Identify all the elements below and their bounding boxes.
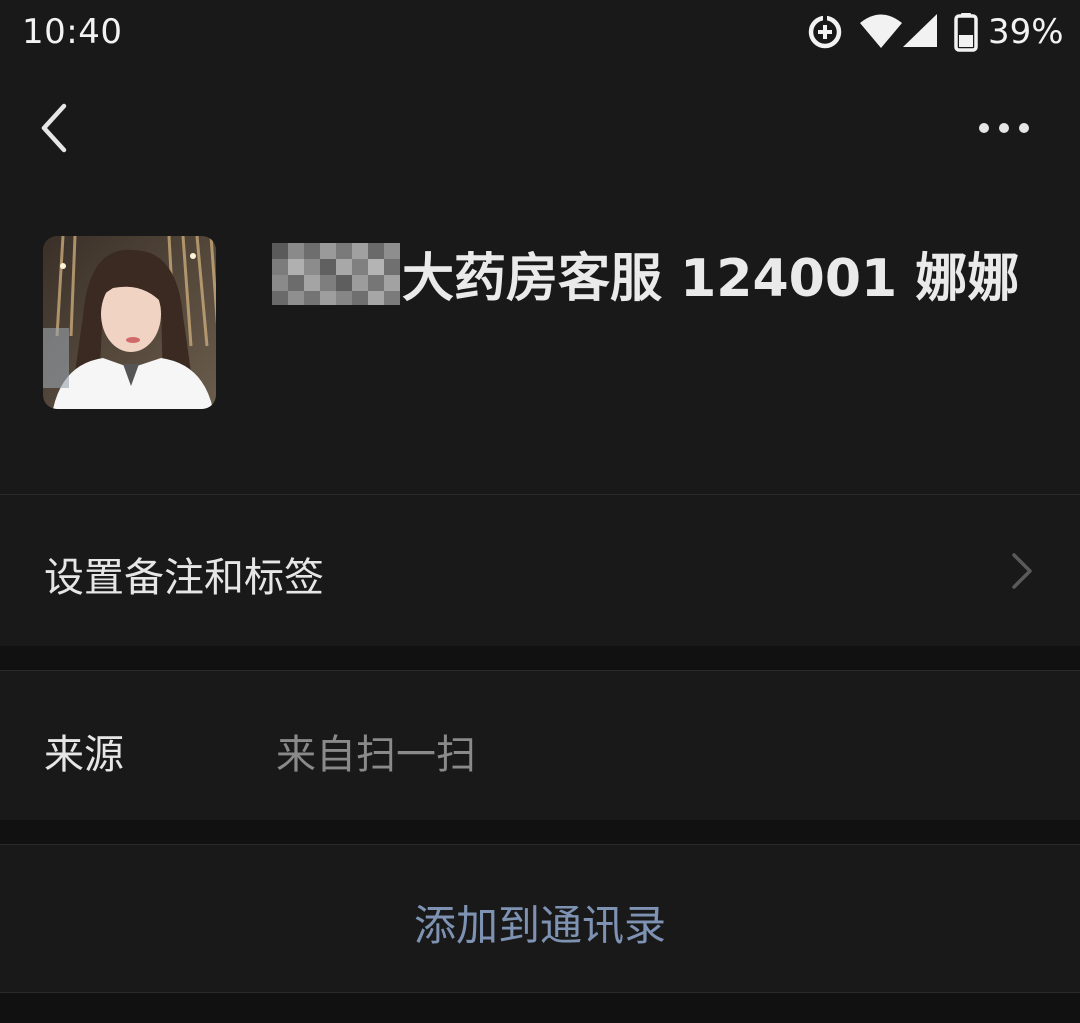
more-dots-icon [979,123,1029,133]
data-saver-icon [806,13,844,55]
avatar-photo [43,236,216,409]
source-label: 来源 [44,732,124,778]
battery-percent: 39% [988,12,1064,52]
more-button[interactable] [968,104,1040,152]
set-remark-and-tags-row[interactable]: 设置备注和标签 [0,495,1080,646]
source-row: 来源 来自扫一扫 [0,670,1080,820]
contact-display-name: 大药房客服 124001 娜娜 [402,248,1020,309]
divider [0,992,1080,993]
add-to-contacts-label: 添加到通讯录 [413,901,666,950]
back-button[interactable] [28,96,84,160]
signal-icon [902,14,938,52]
battery-icon [954,12,978,56]
divider [0,844,1080,845]
add-to-contacts-button[interactable]: 添加到通讯录 [0,844,1080,992]
source-value: 来自扫一扫 [276,732,476,778]
redacted-name-mosaic [272,241,400,305]
divider [0,670,1080,671]
status-bar: 10:40 39% [0,0,1080,68]
contact-name-row: 大药房客服 124001 娜娜 [272,238,1020,309]
contact-profile-screen: 10:40 39% 大药房客服 124001 娜娜 设置备注和标签 来源 来自扫… [0,0,1080,1023]
status-time: 10:40 [22,12,123,52]
set-remark-label: 设置备注和标签 [44,555,324,601]
wifi-icon [858,12,904,54]
back-chevron-icon [41,103,67,153]
avatar[interactable] [43,236,216,409]
chevron-right-icon [1012,553,1032,589]
